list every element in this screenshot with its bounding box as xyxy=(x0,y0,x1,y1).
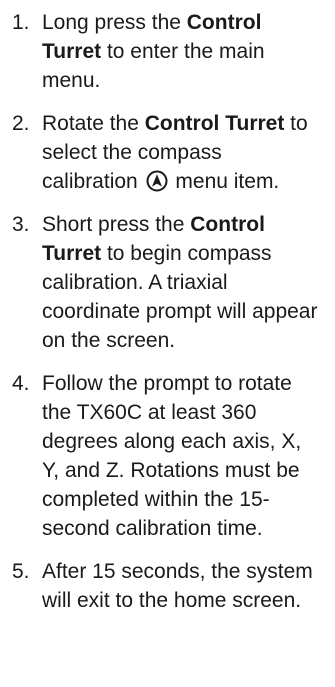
step-text: Long press the Control Turret to enter t… xyxy=(42,8,321,95)
step-text-before: Long press the xyxy=(42,11,187,34)
step-text-after: menu item. xyxy=(169,170,280,193)
step-text: Follow the prompt to rotate the TX60C at… xyxy=(42,372,302,540)
instructions-page: 1. Long press the Control Turret to ente… xyxy=(0,0,335,687)
calibration-steps-list: 1. Long press the Control Turret to ente… xyxy=(12,8,321,615)
step-number: 1. xyxy=(12,11,30,34)
step-text: Rotate the Control Turret to select the … xyxy=(42,109,321,196)
step-number: 2. xyxy=(12,112,30,135)
step-2: 2. Rotate the Control Turret to select t… xyxy=(12,109,321,196)
control-turret-term: Control Turret xyxy=(144,112,285,135)
step-text-before: Short press the xyxy=(42,213,191,236)
step-1: 1. Long press the Control Turret to ente… xyxy=(12,8,321,95)
step-text: After 15 seconds, the system will exit t… xyxy=(42,560,313,612)
step-text-before: Rotate the xyxy=(42,112,145,135)
step-text: Short press the Control Turret to begin … xyxy=(42,210,321,355)
step-number: 4. xyxy=(12,372,30,395)
step-4: 4. Follow the prompt to rotate the TX60C… xyxy=(12,369,321,543)
step-3: 3. Short press the Control Turret to beg… xyxy=(12,210,321,355)
step-5: 5. After 15 seconds, the system will exi… xyxy=(12,557,321,615)
step-number: 3. xyxy=(12,213,30,236)
compass-icon xyxy=(146,170,168,192)
step-number: 5. xyxy=(12,560,30,583)
